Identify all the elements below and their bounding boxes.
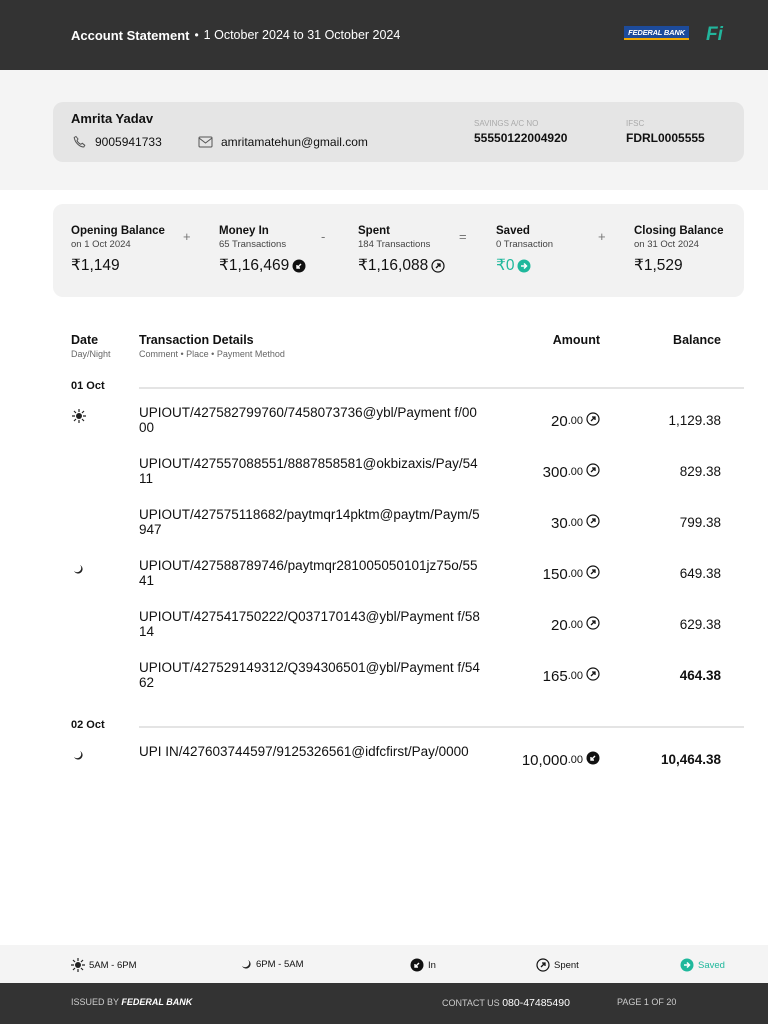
transaction-balance: 464.38 <box>679 668 721 683</box>
transaction-details: UPI IN/427603744597/9125326561@idfcfirst… <box>139 744 469 759</box>
column-details: Transaction Details Comment • Place • Pa… <box>139 333 285 359</box>
column-amount: Amount <box>552 333 600 347</box>
spent-icon <box>586 412 600 430</box>
spent-icon <box>586 667 600 685</box>
account-number: 55550122004920 <box>474 131 568 145</box>
email-address: amritamatehun@gmail.com <box>221 135 368 149</box>
opening-balance: Opening Balance on 1 Oct 2024 ₹1,149 <box>71 225 165 274</box>
transaction-amount: 300.00 <box>543 463 600 481</box>
saved-icon <box>680 958 694 972</box>
divider <box>139 726 744 728</box>
transaction-details: UPIOUT/427575118682/paytmqr14pktm@paytm/… <box>139 507 480 537</box>
transaction-row[interactable]: UPIOUT/427575118682/paytmqr14pktm@paytm/… <box>0 507 768 547</box>
spent-icon <box>536 958 550 972</box>
transaction-details: UPIOUT/427557088551/8887858581@okbizaxis… <box>139 456 478 486</box>
spent-icon <box>586 616 600 634</box>
spent-icon <box>586 463 600 481</box>
footer-bank: FEDERAL BANK <box>121 997 193 1007</box>
moon-icon <box>72 748 84 766</box>
phone-number: 9005941733 <box>95 135 162 149</box>
column-balance: Balance <box>673 333 721 347</box>
transaction-amount: 30.00 <box>551 514 600 532</box>
transaction-balance: 629.38 <box>679 617 721 632</box>
transaction-balance: 1,129.38 <box>668 413 721 428</box>
account-holder-name: Amrita Yadav <box>71 111 154 126</box>
ifsc-code: FDRL0005555 <box>626 131 705 145</box>
spent-icon <box>586 514 600 532</box>
transaction-details: UPIOUT/427582799760/7458073736@ybl/Payme… <box>139 405 477 435</box>
account-card: Amrita Yadav 9005941733 amritamatehun@gm… <box>53 102 744 162</box>
transaction-row[interactable]: UPIOUT/427582799760/7458073736@ybl/Payme… <box>0 405 768 445</box>
ifsc-label: IFSC <box>626 119 645 128</box>
footer: ISSUED BY FEDERAL BANK CONTACT US 080-47… <box>0 983 768 1024</box>
date-group-label: 02 Oct <box>71 719 105 731</box>
saved: Saved 0 Transaction ₹0 <box>496 225 554 274</box>
transaction-details: UPIOUT/427588789746/paytmqr281005050101j… <box>139 558 478 588</box>
transaction-row[interactable]: UPIOUT/427557088551/8887858581@okbizaxis… <box>0 456 768 496</box>
transaction-row[interactable]: UPI IN/427603744597/9125326561@idfcfirst… <box>0 744 768 784</box>
balance-summary: Opening Balance on 1 Oct 2024 ₹1,149 + M… <box>53 204 744 297</box>
statement-period: 1 October 2024 to 31 October 2024 <box>203 28 401 42</box>
transaction-row[interactable]: UPIOUT/427529149312/Q394306501@ybl/Payme… <box>0 660 768 700</box>
transaction-balance: 10,464.38 <box>660 752 721 767</box>
transaction-row[interactable]: UPIOUT/427588789746/paytmqr281005050101j… <box>0 558 768 598</box>
column-date: Date Day/Night <box>71 333 111 359</box>
money-in: Money In 65 Transactions ₹1,16,469 <box>219 225 306 275</box>
statement-header: Account Statement • 1 October 2024 to 31… <box>0 0 768 70</box>
legend: 5AM - 6PM 6PM - 5AM In Spent Saved <box>0 945 768 983</box>
spent: Spent 184 Transactions ₹1,16,088 <box>358 225 445 275</box>
sun-icon <box>72 409 86 428</box>
spent-icon <box>431 258 445 273</box>
spent-icon <box>586 565 600 583</box>
transaction-amount: 150.00 <box>543 565 600 583</box>
sun-icon <box>71 958 85 972</box>
transaction-details: UPIOUT/427541750222/Q037170143@ybl/Payme… <box>139 609 480 639</box>
phone-icon <box>73 135 86 148</box>
transaction-balance: 799.38 <box>679 515 721 530</box>
money-in-icon <box>586 751 600 769</box>
date-group-label: 01 Oct <box>71 380 105 392</box>
statement-title: Account Statement <box>71 27 190 43</box>
saved-icon <box>517 259 531 273</box>
divider <box>139 387 744 389</box>
moon-icon <box>240 958 252 970</box>
money-in-icon <box>410 958 424 972</box>
transaction-amount: 165.00 <box>543 667 600 685</box>
contact-number: 080-47485490 <box>502 997 570 1009</box>
federal-bank-logo: FEDERAL BANK <box>624 26 689 40</box>
transaction-amount: 10,000.00 <box>522 751 600 769</box>
closing-balance: Closing Balance on 31 Oct 2024 ₹1,529 <box>634 225 724 274</box>
fi-logo: Fi <box>706 24 723 45</box>
money-in-icon <box>292 259 306 273</box>
email-icon <box>198 136 213 148</box>
transaction-balance: 829.38 <box>679 464 721 479</box>
transaction-details: UPIOUT/427529149312/Q394306501@ybl/Payme… <box>139 660 480 690</box>
transaction-amount: 20.00 <box>551 412 600 430</box>
moon-icon <box>72 562 84 580</box>
transaction-amount: 20.00 <box>551 616 600 634</box>
page-number: PAGE 1 OF 20 <box>617 997 677 1007</box>
account-number-label: SAVINGS A/C NO <box>474 119 539 128</box>
transaction-balance: 649.38 <box>679 566 721 581</box>
transaction-row[interactable]: UPIOUT/427541750222/Q037170143@ybl/Payme… <box>0 609 768 649</box>
